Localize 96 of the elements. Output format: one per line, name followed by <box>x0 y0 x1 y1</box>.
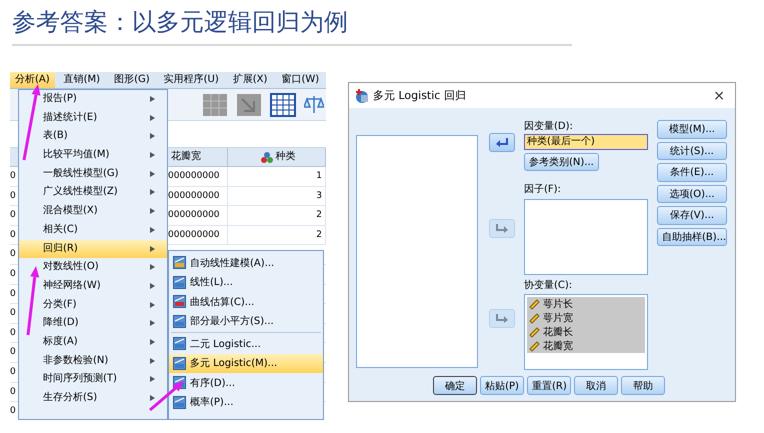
menu-item[interactable]: 比较平均值(M) <box>19 146 167 165</box>
move-button[interactable] <box>489 133 515 152</box>
menu-item[interactable]: 多元 Logistic(M)... <box>169 354 323 373</box>
close-icon[interactable]: × <box>713 88 725 104</box>
menubar-item[interactable]: 实用程序(U) <box>158 72 224 88</box>
dialog-title: 多元 Logistic 回归 <box>373 88 466 103</box>
regression-icon <box>173 295 186 308</box>
regression-icon <box>173 356 186 370</box>
regression-icon <box>173 314 186 328</box>
menu-item[interactable]: 概率(P)... <box>169 392 323 412</box>
field-label: 协变量(C): <box>524 280 574 292</box>
menu-item[interactable]: 描述统计(E) <box>19 108 167 128</box>
submenu-arrow-icon <box>150 114 155 121</box>
table-cell: 2 <box>228 206 326 225</box>
dialog-button[interactable]: 取消 <box>574 376 618 395</box>
nominal-icon <box>260 152 272 162</box>
list-item[interactable]: 花瓣宽 <box>527 339 645 353</box>
regression-icon <box>173 396 186 409</box>
menu-item[interactable]: 对数线性(O) <box>19 258 167 277</box>
list-item[interactable]: 萼片长 <box>527 297 645 311</box>
menubar-item[interactable]: 直销(M) <box>58 72 106 88</box>
reference-category-button[interactable]: 参考类别(N)... <box>524 153 599 171</box>
menubar-item[interactable]: 图形(G) <box>109 72 155 88</box>
pointer-arrow <box>149 381 184 412</box>
column-header: 种类 <box>228 148 326 166</box>
menu-item[interactable]: 一般线性模型(G) <box>19 164 167 184</box>
menu-item[interactable]: 混合模型(X) <box>19 202 167 221</box>
submenu-arrow-icon <box>150 152 155 158</box>
table-cell: 3 <box>228 186 326 206</box>
submenu-arrow-icon <box>150 246 155 252</box>
menu-item[interactable]: 二元 Logistic... <box>169 334 323 354</box>
slide-title: 参考答案：以多元逻辑回归为例 <box>12 6 572 46</box>
field-label: 因子(F): <box>524 184 562 196</box>
regression-icon <box>173 276 186 289</box>
submenu-arrow-icon <box>150 264 155 270</box>
submenu-arrow-icon <box>150 170 155 177</box>
menu-item[interactable]: 生存分析(S) <box>19 389 167 408</box>
submenu-arrow-icon <box>150 208 155 214</box>
menu-item[interactable]: 分类(F) <box>19 296 167 314</box>
submenu-arrow-icon <box>150 358 155 364</box>
dialog-button[interactable]: 帮助 <box>621 376 665 395</box>
covariate-list[interactable]: 萼片长 萼片宽 花瓣长 花瓣宽 <box>524 294 648 370</box>
menu-item[interactable]: 时间序列预测(T) <box>19 370 167 389</box>
menu-item[interactable]: 表(B) <box>19 127 167 146</box>
menu-item[interactable]: 降维(D) <box>19 314 167 333</box>
submenu-arrow-icon <box>150 226 155 233</box>
field-label: 因变量(D): <box>524 121 574 133</box>
menu-item[interactable]: 广义线性模型(Z) <box>19 183 167 202</box>
menu-item[interactable]: 相关(C) <box>19 220 167 240</box>
dialog-button[interactable]: 确定 <box>433 376 477 395</box>
factor-list[interactable] <box>524 199 648 275</box>
menu-item[interactable]: 非参数检验(N) <box>19 352 167 370</box>
submenu-arrow-icon <box>150 189 155 196</box>
dialog-button[interactable]: 选项(O)... <box>657 184 727 203</box>
menu-item[interactable]: 线性(L)... <box>169 272 323 292</box>
dialog-button[interactable]: 重置(R) <box>527 376 571 395</box>
variable-list[interactable] <box>356 135 478 368</box>
app-icon <box>355 88 369 102</box>
dialog-button[interactable]: 粘贴(P) <box>480 376 524 395</box>
arrow-icon <box>496 138 508 147</box>
menubar-item[interactable]: 分析(A) <box>10 72 55 88</box>
table-cell: 2 <box>228 226 326 244</box>
menu-item[interactable]: 曲线估算(C)... <box>169 292 323 312</box>
submenu-arrow-icon <box>150 395 155 401</box>
menu-item[interactable]: 标度(A) <box>19 332 167 352</box>
dialog-button[interactable]: 自助抽样(B)... <box>657 228 727 246</box>
dialog-button[interactable]: 统计(S)... <box>657 142 727 160</box>
menu-item[interactable]: 自动线性建模(A)... <box>169 253 323 272</box>
menu-item[interactable]: 神经网络(W) <box>19 276 167 296</box>
menu-item[interactable]: 报告(P) <box>19 90 167 109</box>
pointer-arrow <box>26 266 40 336</box>
submenu-arrow-icon <box>150 302 155 308</box>
menu-item[interactable]: 回归(R) <box>19 240 167 258</box>
list-item[interactable]: 萼片宽 <box>527 311 645 325</box>
dialog-button[interactable]: 模型(M)... <box>657 120 727 138</box>
submenu-arrow-icon <box>150 133 155 140</box>
menu-item[interactable]: 部分最小平方(S)... <box>169 312 323 331</box>
arrow-icon <box>496 314 508 323</box>
regression-icon <box>173 337 186 350</box>
submenu-arrow-icon <box>150 282 155 289</box>
table-cell: 1 <box>228 167 326 186</box>
arrow-icon <box>496 224 508 233</box>
submenu-arrow-icon <box>150 96 155 102</box>
dependent-field[interactable]: 种类(最后一个) <box>524 134 648 150</box>
regression-icon <box>173 256 186 270</box>
dialog-button[interactable]: 条件(E)... <box>657 163 727 182</box>
submenu-arrow-icon <box>150 320 155 326</box>
grid-icon[interactable] <box>236 92 262 116</box>
menubar-item[interactable]: 扩展(X) <box>228 72 272 88</box>
table-icon[interactable] <box>270 92 296 116</box>
submenu-arrow-icon <box>150 338 155 345</box>
submenu-arrow-icon <box>150 376 155 382</box>
grid-icon[interactable] <box>202 92 228 116</box>
dialog-button[interactable]: 保存(V)... <box>657 206 727 224</box>
list-item[interactable]: 花瓣长 <box>527 325 645 339</box>
menubar-item[interactable]: 窗口(W) <box>276 72 324 88</box>
